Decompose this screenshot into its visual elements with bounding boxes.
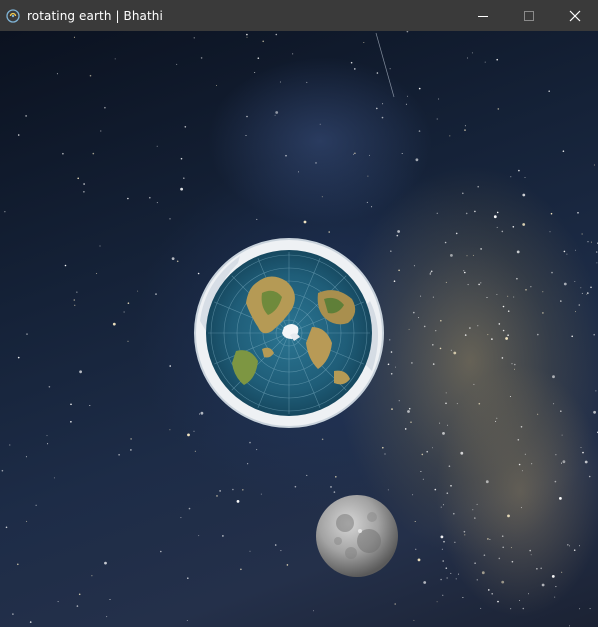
close-icon [569,10,581,21]
flat-earth-map [194,238,384,428]
window-title: rotating earth | Bhathi [27,8,163,23]
close-button[interactable] [552,0,598,31]
minimize-icon [478,15,488,17]
moon [316,495,398,577]
app-window: rotating earth | Bhathi [0,0,598,627]
minimize-button[interactable] [460,0,506,31]
render-canvas[interactable] [0,31,598,627]
maximize-icon [524,10,534,21]
scene-objects [194,238,398,577]
maximize-button[interactable] [506,0,552,31]
title-bar[interactable]: rotating earth | Bhathi [0,0,598,31]
python-app-icon [5,8,21,24]
